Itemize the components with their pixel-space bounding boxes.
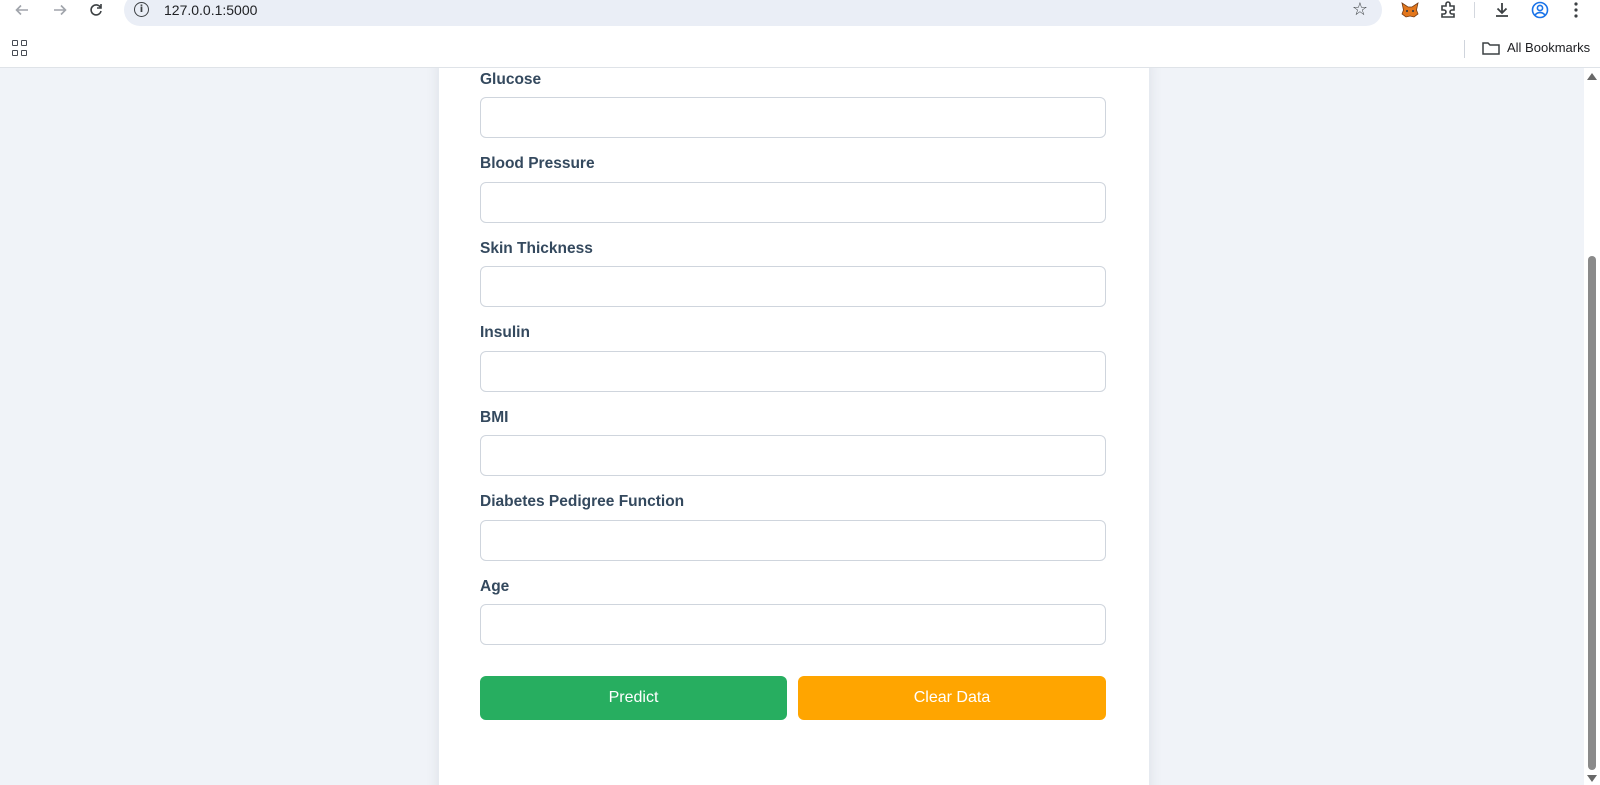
browser-toolbar: i 127.0.0.1:5000 ☆ <box>0 0 1600 32</box>
site-info-icon[interactable]: i <box>134 2 149 17</box>
blood-pressure-input[interactable] <box>480 182 1106 223</box>
address-bar[interactable]: i 127.0.0.1:5000 ☆ <box>124 0 1382 26</box>
scroll-up-arrow-icon[interactable] <box>1587 73 1597 80</box>
scrollbar-thumb[interactable] <box>1588 256 1596 770</box>
profile-icon[interactable] <box>1528 0 1552 20</box>
bmi-label: BMI <box>480 409 509 426</box>
bookmarks-divider <box>1464 40 1465 58</box>
toolbar-divider <box>1474 2 1475 18</box>
skin-thickness-label: Skin Thickness <box>480 240 593 257</box>
blood-pressure-label: Blood Pressure <box>480 155 595 172</box>
age-input[interactable] <box>480 604 1106 645</box>
glucose-label: Glucose <box>480 71 542 88</box>
download-icon[interactable] <box>1490 0 1514 20</box>
insulin-label: Insulin <box>480 324 530 341</box>
folder-icon <box>1482 42 1500 55</box>
predict-button[interactable]: Predict <box>480 676 787 720</box>
forward-icon[interactable] <box>46 0 74 20</box>
scroll-down-arrow-icon[interactable] <box>1587 775 1597 782</box>
apps-icon[interactable] <box>12 40 28 56</box>
diabetes-pedigree-function-label: Diabetes Pedigree Function <box>480 493 685 510</box>
metamask-extension-icon[interactable] <box>1398 0 1422 20</box>
extensions-icon[interactable] <box>1436 0 1460 20</box>
vertical-scrollbar[interactable] <box>1584 68 1600 785</box>
address-url[interactable]: 127.0.0.1:5000 <box>164 2 257 18</box>
bookmarks-bar: All Bookmarks <box>0 32 1600 68</box>
bmi-input[interactable] <box>480 435 1106 476</box>
reload-icon[interactable] <box>82 0 110 20</box>
back-icon[interactable] <box>8 0 36 20</box>
all-bookmarks-link[interactable]: All Bookmarks <box>1507 40 1590 55</box>
more-menu-icon[interactable] <box>1564 0 1588 20</box>
page-viewport: Glucose Blood Pressure Skin Thickness In… <box>0 68 1584 785</box>
diabetes-pedigree-function-input[interactable] <box>480 520 1106 561</box>
glucose-input[interactable] <box>480 97 1106 138</box>
age-label: Age <box>480 578 510 595</box>
bookmark-star-icon[interactable]: ☆ <box>1352 0 1368 20</box>
insulin-input[interactable] <box>480 351 1106 392</box>
clear-data-button[interactable]: Clear Data <box>798 676 1106 720</box>
skin-thickness-input[interactable] <box>480 266 1106 307</box>
